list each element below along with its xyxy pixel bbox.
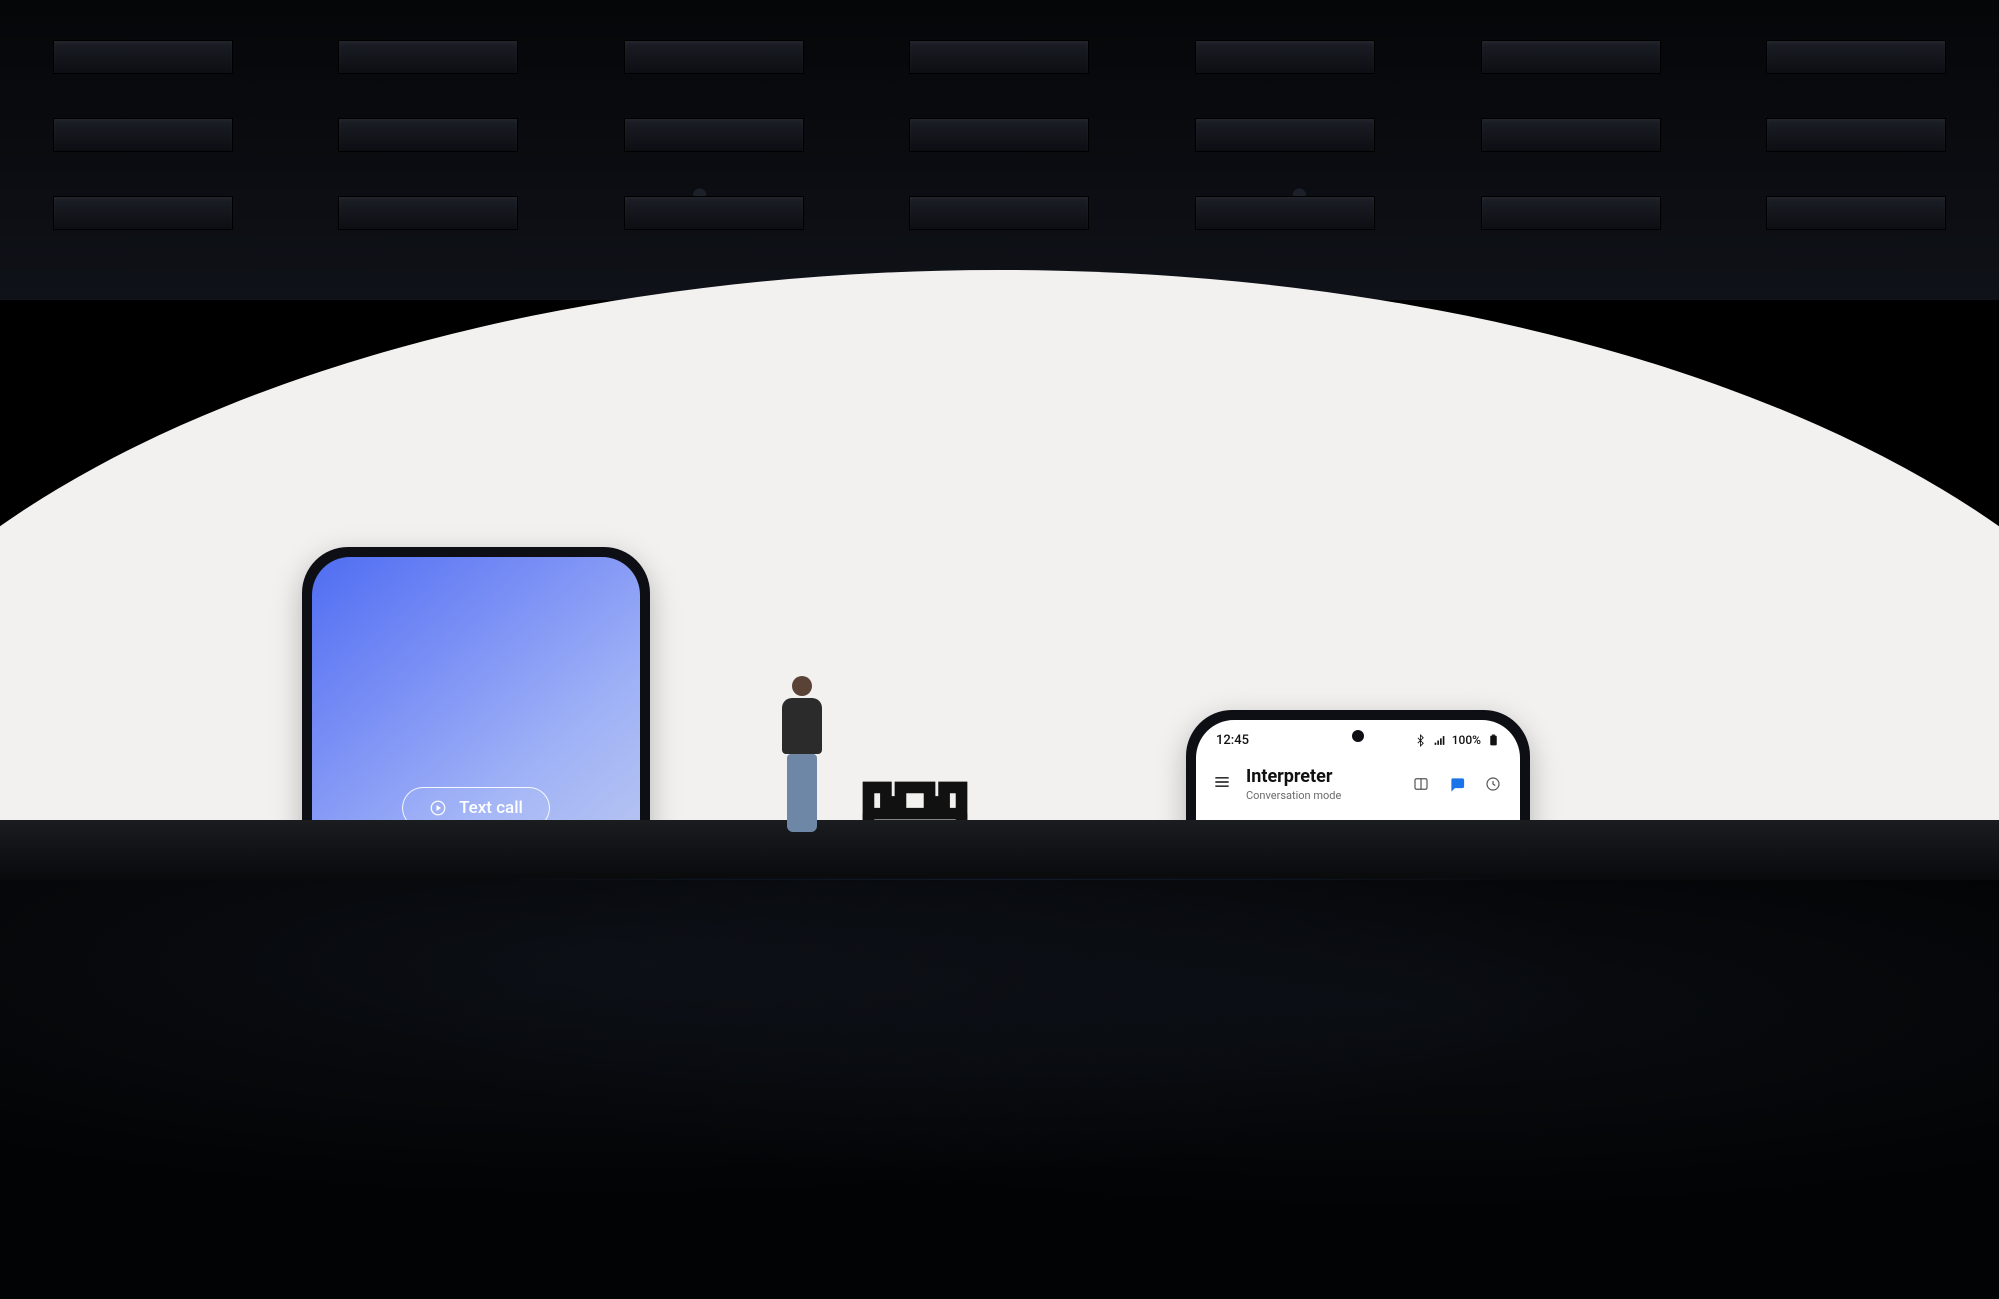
venue-ceiling (0, 0, 1999, 300)
app-subtitle: Conversation mode (1246, 789, 1341, 802)
menu-icon[interactable] (1212, 772, 1232, 796)
text-call-label: Text call (459, 798, 523, 818)
presenter-person (770, 676, 834, 836)
status-bar: 12:45 100% (1196, 726, 1520, 754)
keynote-stage-photo: Text call Live translate (0, 0, 1999, 1299)
play-circle-icon (429, 799, 447, 817)
signal-icon (1433, 734, 1446, 747)
dual-pane-icon[interactable] (1410, 773, 1432, 795)
bluetooth-icon (1414, 734, 1427, 747)
interpreter-header: Interpreter Conversation mode (1196, 760, 1520, 812)
status-time: 12:45 (1216, 733, 1249, 748)
audience-crowd (0, 880, 1999, 1299)
battery-percent: 100% (1452, 733, 1481, 747)
history-icon[interactable] (1482, 773, 1504, 795)
battery-icon (1487, 734, 1500, 747)
phone-mockup-left: Text call Live translate (302, 547, 650, 830)
presentation-screen: Text call Live translate (0, 270, 1999, 830)
chat-bubble-icon[interactable] (1446, 773, 1468, 795)
phone-mockup-right: 12:45 100% Interpreter Conversation mo (1186, 710, 1530, 830)
app-title: Interpreter (1246, 766, 1341, 787)
